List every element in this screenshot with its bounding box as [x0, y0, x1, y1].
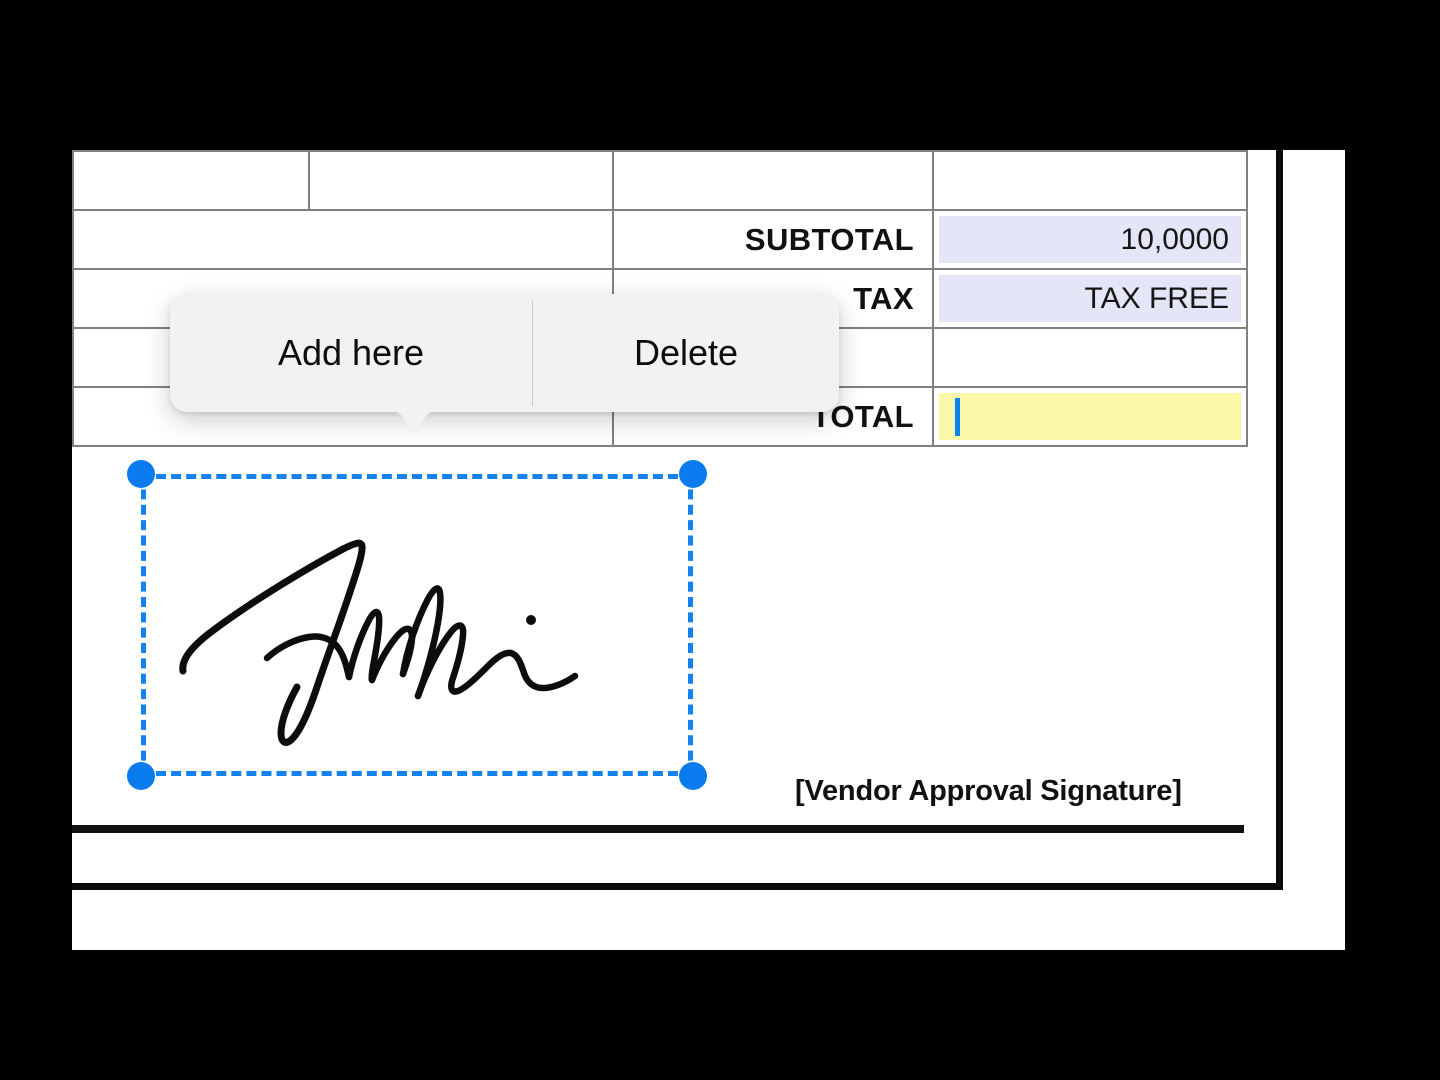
subtotal-value-cell[interactable]: 10,0000 [932, 209, 1248, 270]
text-cursor [955, 397, 960, 436]
tax-value-cell[interactable]: TAX FREE [932, 268, 1248, 329]
signature-divider-rule [72, 825, 1244, 833]
table-cell-spacer-right [932, 327, 1248, 388]
subtotal-label: SUBTOTAL [612, 209, 934, 270]
signature-selection-box[interactable] [127, 460, 707, 790]
context-menu[interactable]: Add here Delete [170, 294, 839, 412]
resize-handle-bottom-right[interactable] [679, 762, 707, 790]
resize-handle-bottom-left[interactable] [127, 762, 155, 790]
signature-ink [179, 539, 579, 746]
total-value-cell[interactable] [932, 386, 1248, 447]
vendor-approval-signature-label: [Vendor Approval Signature] [795, 775, 1182, 807]
table-cell-empty-1[interactable] [72, 150, 310, 211]
menu-item-add-here[interactable]: Add here [170, 294, 532, 412]
table-cell-empty-3[interactable] [612, 150, 934, 211]
table-cell-empty-2[interactable] [308, 150, 614, 211]
total-value-input[interactable] [939, 393, 1241, 440]
table-cell-blank-subtotal[interactable] [72, 209, 614, 270]
screen-stage: SUBTOTAL 10,0000 TAX TAX FREE TOTAL [Ven… [0, 0, 1440, 1080]
resize-handle-top-left[interactable] [127, 460, 155, 488]
menu-item-delete[interactable]: Delete [533, 294, 839, 412]
tax-value: TAX FREE [939, 275, 1241, 322]
table-row-subtotal: SUBTOTAL 10,0000 [72, 209, 1248, 270]
subtotal-value: 10,0000 [939, 216, 1241, 263]
table-row [72, 150, 1248, 211]
table-cell-empty-4[interactable] [932, 150, 1248, 211]
resize-handle-top-right[interactable] [679, 460, 707, 488]
